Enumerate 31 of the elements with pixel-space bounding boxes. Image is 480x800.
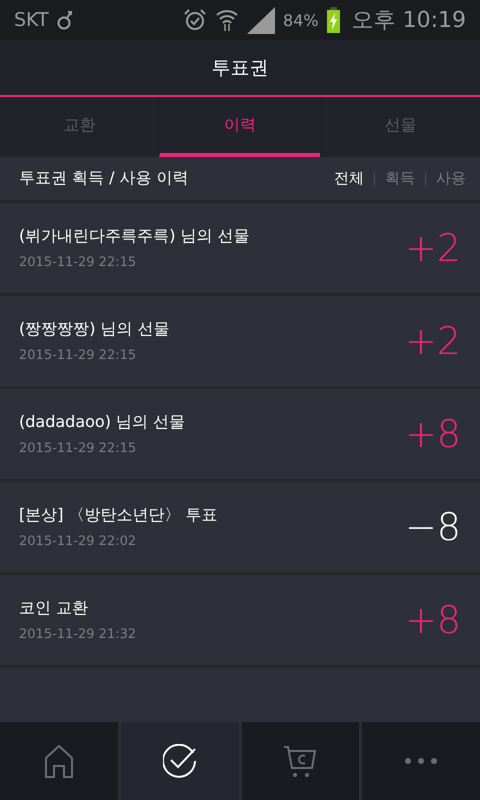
history-date: 2015-11-29 22:15 bbox=[19, 255, 138, 270]
male-symbol-icon bbox=[56, 10, 73, 30]
vote-amount: −8 bbox=[404, 505, 461, 549]
history-title: (짱짱짱짱) 님의 선물 bbox=[19, 319, 171, 340]
filter-option[interactable]: 전체 bbox=[332, 169, 366, 188]
alarm-icon bbox=[183, 8, 208, 32]
battery-charging-icon bbox=[326, 7, 340, 33]
history-date: 2015-11-29 22:02 bbox=[19, 534, 138, 549]
nav-tab[interactable] bbox=[118, 722, 238, 800]
history-title: (dadadaoo) 님의 선물 bbox=[19, 412, 186, 433]
home-icon bbox=[44, 744, 73, 778]
screen-title: 투표권 bbox=[212, 56, 268, 80]
signal-icon bbox=[247, 6, 276, 34]
more-icon bbox=[405, 758, 438, 764]
section-title: 투표권 획득 / 사용 이력 bbox=[19, 168, 190, 189]
vote-amount: +8 bbox=[404, 412, 461, 456]
vote-amount: +2 bbox=[404, 226, 461, 270]
carrier-name: SKT bbox=[14, 9, 49, 31]
check-circle-icon bbox=[162, 744, 197, 778]
history-date: 2015-11-29 22:15 bbox=[19, 441, 138, 456]
clock-time: 오후 10:19 bbox=[352, 7, 466, 35]
vote-amount: +8 bbox=[404, 598, 461, 642]
history-date: 2015-11-29 21:32 bbox=[19, 627, 138, 642]
history-title: (뷔가내린다주륵주륵) 님의 선물 bbox=[19, 226, 251, 247]
history-title: 코인 교환 bbox=[19, 598, 90, 619]
vote-amount: +2 bbox=[404, 319, 461, 363]
battery-percent: 84% bbox=[283, 10, 319, 30]
history-date: 2015-11-29 22:15 bbox=[19, 348, 138, 363]
wifi-icon bbox=[215, 8, 240, 32]
history-title: [본상] 〈방탄소년단〉 투표 bbox=[19, 505, 219, 526]
cart-icon bbox=[283, 746, 318, 776]
